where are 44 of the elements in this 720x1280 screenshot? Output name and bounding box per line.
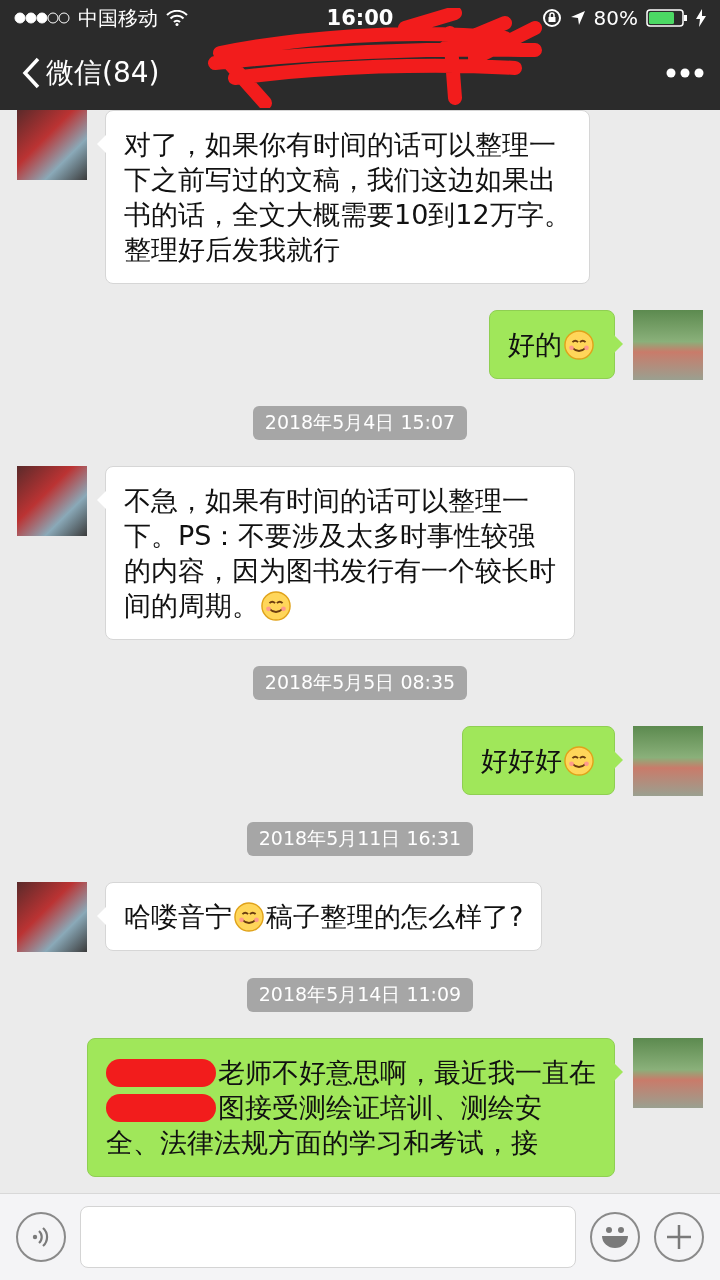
- signal-icon: [14, 12, 70, 24]
- avatar-photo-placeholder[interactable]: [17, 882, 87, 952]
- message-text: 全、法律法规方面的学习和考试，接: [106, 1126, 538, 1160]
- smile-emoji-icon: [564, 329, 594, 360]
- more-options-icon[interactable]: [666, 68, 704, 78]
- emoji-button[interactable]: [590, 1212, 640, 1262]
- location-arrow-icon: [569, 10, 586, 26]
- smile-emoji-icon: [564, 745, 594, 776]
- timestamp: 2018年5月5日 08:35: [252, 666, 468, 700]
- back-chevron-icon: [22, 57, 40, 89]
- smile-emoji-icon: [261, 590, 291, 621]
- message-text: 整理好后发我就行: [124, 233, 340, 267]
- message-input-field[interactable]: [80, 1206, 576, 1268]
- message-text: 的内容，因为图书发行有一个较长时: [124, 554, 556, 588]
- timestamp: 2018年5月14日 11:09: [246, 978, 474, 1012]
- message-text: 不急，如果有时间的话可以整理一: [124, 484, 529, 518]
- message-text: 下之前写过的文稿，我们这边如果出: [124, 163, 556, 197]
- battery-percent: 80%: [593, 6, 638, 30]
- avatar-photo-placeholder[interactable]: [17, 110, 87, 180]
- add-button[interactable]: [654, 1212, 704, 1262]
- message-text: 对了，如果你有时间的话可以整理一: [124, 128, 556, 162]
- plus-icon: [666, 1224, 692, 1250]
- back-button[interactable]: 微信(84): [22, 54, 160, 92]
- avatar-photo-placeholder[interactable]: [17, 466, 87, 536]
- message-text: 图接受测绘证培训、测绘安: [218, 1091, 542, 1125]
- message-text: 老师不好意思啊，最近我一直在: [218, 1056, 596, 1090]
- message-text: 书的话，全文大概需要10到12万字。: [124, 198, 571, 232]
- message-text: 下。PS：不要涉及太多时事性较强: [124, 519, 536, 553]
- smile-emoji-icon: [234, 901, 264, 932]
- carrier-name: 中国移动: [78, 4, 158, 32]
- rotation-lock-icon: [541, 8, 562, 28]
- timestamp: 2018年5月11日 16:31: [246, 822, 474, 856]
- timestamp: 2018年5月4日 15:07: [252, 406, 468, 440]
- message-text: 哈喽音宁: [124, 900, 232, 934]
- wifi-icon: [166, 10, 188, 26]
- smiley-icon: [600, 1225, 630, 1249]
- message-text: 稿子整理的怎么样了?: [266, 900, 524, 934]
- voice-input-button[interactable]: [16, 1212, 66, 1262]
- message-text: 间的周期。: [124, 589, 259, 623]
- charging-bolt-icon: [696, 9, 706, 27]
- message-text: 好好好: [481, 744, 562, 778]
- message-text: 好的: [508, 328, 562, 362]
- status-time: 16:00: [326, 6, 394, 30]
- battery-icon: [646, 9, 688, 27]
